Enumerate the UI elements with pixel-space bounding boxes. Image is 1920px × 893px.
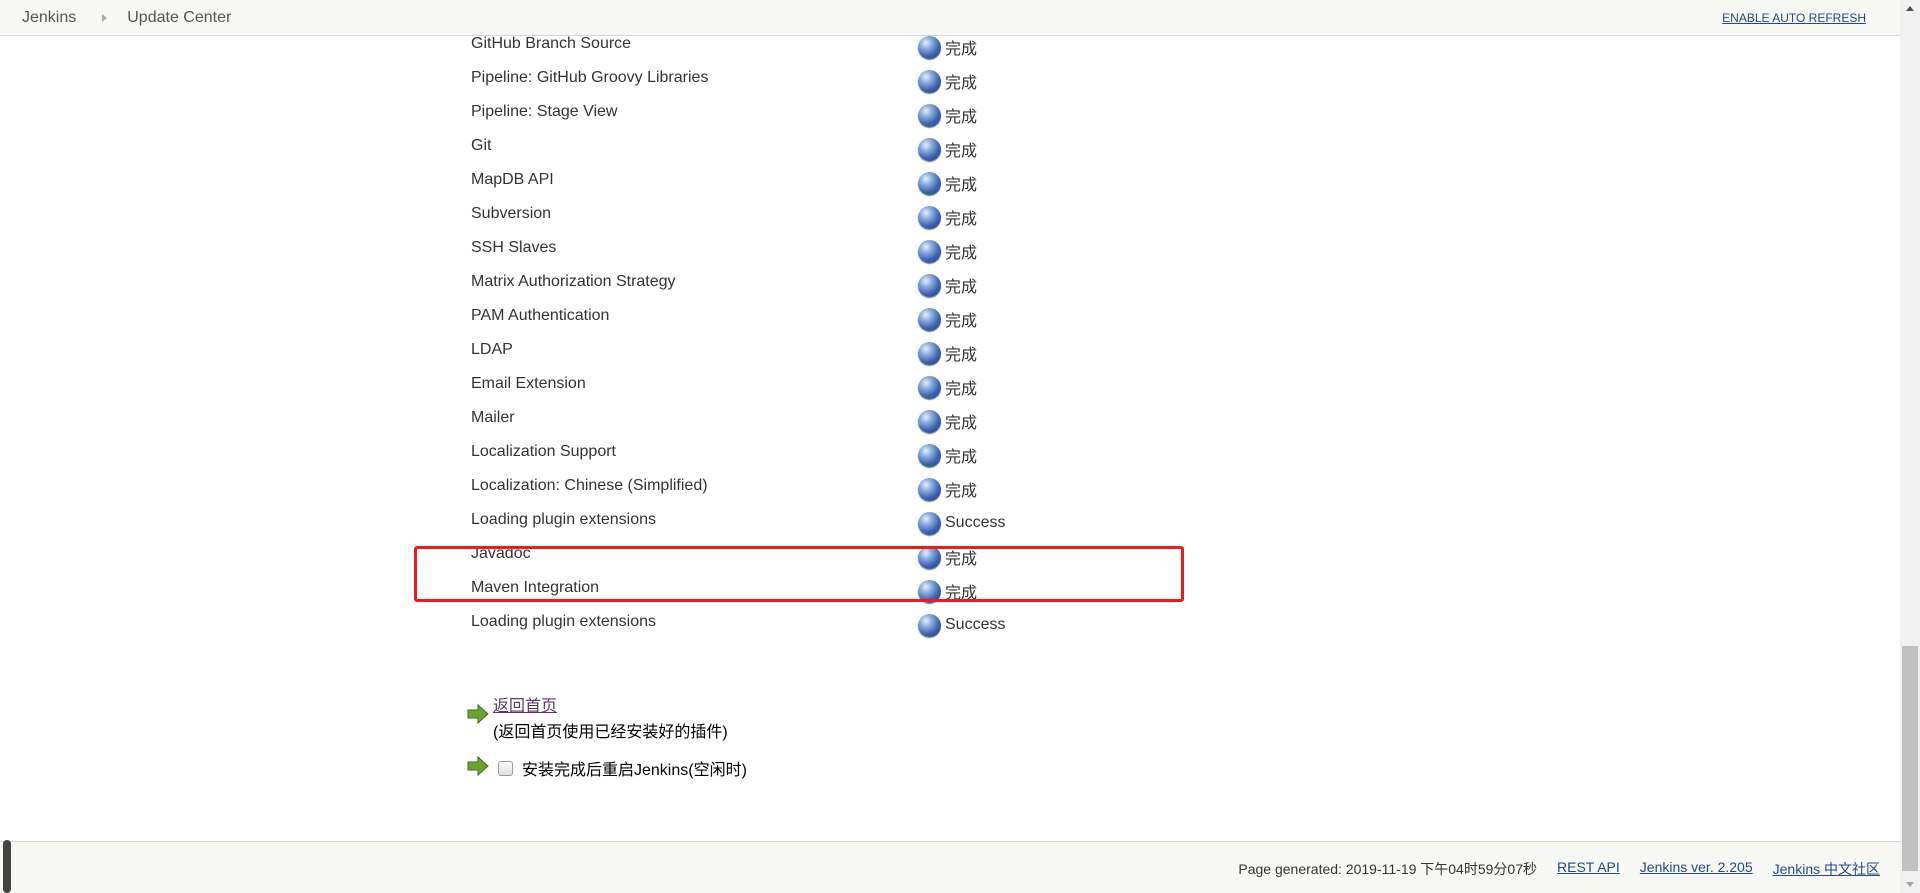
plugin-row: LDAP 完成 [471,336,1005,370]
scrollbar-thumb[interactable] [1902,646,1918,871]
plugin-row: Email Extension 完成 [471,370,1005,404]
back-to-home-link[interactable]: 返回首页 [493,692,728,716]
breadcrumb-separator-icon [102,13,108,22]
arrow-right-icon [467,756,489,776]
plugin-name: Mailer [471,409,515,426]
plugin-name: LDAP [471,341,513,358]
status-ball-icon [918,273,941,297]
highlight-box [414,546,1184,602]
plugin-status: 完成 [945,381,978,398]
breadcrumb-update-center[interactable]: Update Center [127,9,231,27]
plugin-name: Email Extension [471,375,586,392]
plugin-name: GitHub Branch Source [471,35,632,52]
status-ball-icon [918,103,941,127]
footer: Page generated: 2019-11-19 下午04时59分07秒 R… [0,841,1900,893]
page-generated: Page generated: 2019-11-19 下午04时59分07秒 [1238,861,1537,877]
status-ball-icon [918,443,941,467]
plugin-status: 完成 [945,313,978,330]
plugin-status: 完成 [945,449,978,466]
status-ball-icon [918,137,941,161]
restart-checkbox[interactable] [498,760,513,776]
restart-label: 安装完成后重启Jenkins(空闲时) [522,762,747,779]
jenkins-version-link[interactable]: Jenkins ver. 2.205 [1640,859,1753,879]
plugin-row: Loading plugin extensions Success [471,608,1005,642]
status-ball-icon [918,613,941,637]
plugin-row: GitHub Branch Source 完成 [471,30,1005,64]
plugin-name: Matrix Authorization Strategy [471,273,676,290]
rest-api-link[interactable]: REST API [1557,859,1620,879]
plugin-status: 完成 [945,109,978,126]
status-ball-icon [918,375,941,399]
jenkins-community-link[interactable]: Jenkins 中文社区 [1773,859,1880,879]
plugin-row: Mailer 完成 [471,404,1005,438]
status-ball-icon [918,69,941,93]
vertical-scrollbar[interactable] [1900,0,1920,893]
left-scroll-handle[interactable] [3,840,11,893]
status-ball-icon [918,35,941,59]
status-ball-icon [918,171,941,195]
plugin-status: 完成 [945,245,978,262]
plugin-name: Pipeline: GitHub Groovy Libraries [471,69,709,86]
plugin-name: Localization: Chinese (Simplified) [471,477,708,494]
plugin-status: 完成 [945,279,978,296]
plugin-status: Success [945,616,1006,633]
back-to-home-description: (返回首页使用已经安装好的插件) [493,724,728,741]
plugin-row: Localization Support 完成 [471,438,1005,472]
status-ball-icon [918,205,941,229]
plugin-status: 完成 [945,177,978,194]
plugin-name: Pipeline: Stage View [471,103,618,120]
status-ball-icon [918,409,941,433]
restart-option[interactable]: 安装完成后重启Jenkins(空闲时) [498,756,747,780]
plugin-row: PAM Authentication 完成 [471,302,1005,336]
plugin-name: Loading plugin extensions [471,613,657,630]
plugin-row: Localization: Chinese (Simplified) 完成 [471,472,1005,506]
breadcrumb-jenkins[interactable]: Jenkins [22,9,76,27]
scroll-down-icon[interactable] [1906,882,1914,887]
plugin-status: 完成 [945,483,978,500]
plugin-name: SSH Slaves [471,239,557,256]
plugin-name: MapDB API [471,171,554,188]
plugin-name: Loading plugin extensions [471,511,657,528]
arrow-right-icon [467,704,489,724]
plugin-row: MapDB API 完成 [471,166,1005,200]
status-ball-icon [918,511,941,535]
plugin-name: Localization Support [471,443,616,460]
status-ball-icon [918,477,941,501]
plugin-status: 完成 [945,211,978,228]
plugin-status: 完成 [945,143,978,160]
plugin-status: 完成 [945,41,978,58]
plugin-row: Pipeline: GitHub Groovy Libraries 完成 [471,64,1005,98]
plugin-row: Loading plugin extensions Success [471,506,1005,540]
plugin-row: Matrix Authorization Strategy 完成 [471,268,1005,302]
plugin-row: SSH Slaves 完成 [471,234,1005,268]
plugin-name: Subversion [471,205,552,222]
status-ball-icon [918,341,941,365]
status-ball-icon [918,307,941,331]
status-ball-icon [918,239,941,263]
plugin-status: 完成 [945,347,978,364]
plugin-row: Pipeline: Stage View 完成 [471,98,1005,132]
plugin-row: Subversion 完成 [471,200,1005,234]
plugin-name: PAM Authentication [471,307,610,324]
enable-auto-refresh-link[interactable]: ENABLE AUTO REFRESH [1722,11,1866,25]
scroll-up-icon[interactable] [1906,6,1914,11]
plugin-name: Git [471,137,492,154]
plugin-status: Success [945,514,1006,531]
plugin-status: 完成 [945,75,978,92]
plugin-status: 完成 [945,415,978,432]
plugin-row: Git 完成 [471,132,1005,166]
